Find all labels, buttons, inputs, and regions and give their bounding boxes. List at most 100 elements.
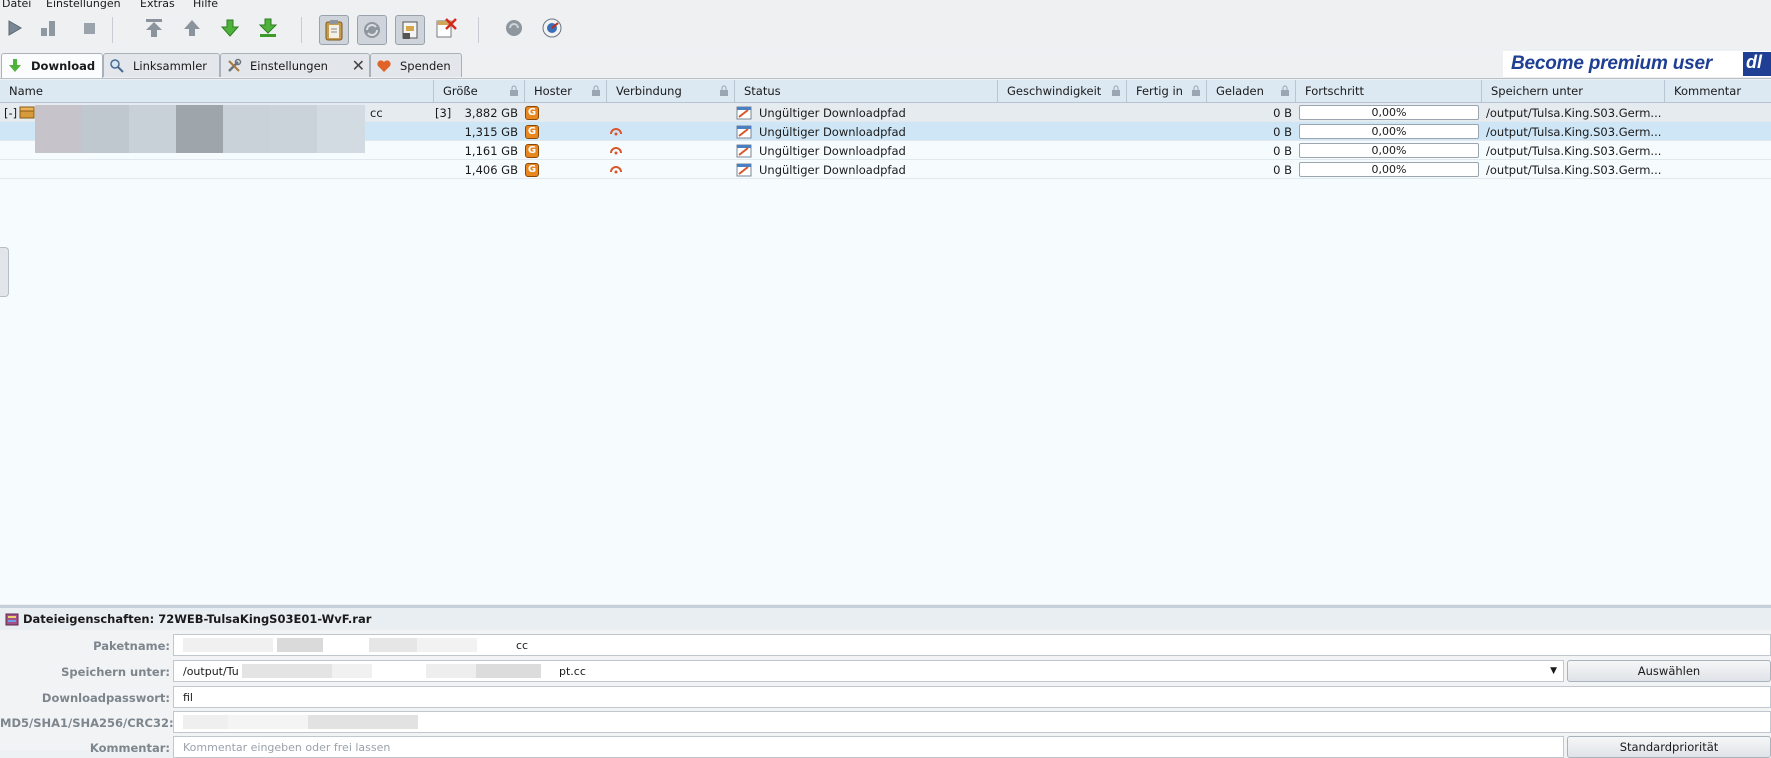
tab-settings[interactable]: Einstellungen ✕ xyxy=(220,53,370,77)
file-loaded: 0 B xyxy=(1273,143,1292,158)
status-icon xyxy=(736,141,752,160)
lock-icon xyxy=(592,85,600,96)
file-size: 1,161 GB xyxy=(464,143,518,158)
column-connection[interactable]: Verbindung xyxy=(607,80,735,102)
save-to-field[interactable]: /output/Tu pt.cc ▼ xyxy=(173,660,1564,682)
dropdown-arrow-icon[interactable]: ▼ xyxy=(1550,666,1557,676)
column-label: Geladen xyxy=(1216,84,1264,98)
menu-settings[interactable]: Einstellungen xyxy=(46,0,121,10)
tab-label: Spenden xyxy=(400,58,451,73)
update-icon[interactable] xyxy=(503,17,525,39)
save-to-value-end: pt.cc xyxy=(559,664,586,678)
column-name[interactable]: Name xyxy=(0,80,434,102)
file-loaded: 0 B xyxy=(1273,124,1292,139)
comment-label: Kommentar: xyxy=(89,741,170,755)
save-to-value-start: /output/Tu xyxy=(183,664,239,678)
package-icon xyxy=(19,103,35,122)
clear-list-icon[interactable] xyxy=(435,17,457,39)
column-eta[interactable]: Fertig in xyxy=(1127,80,1207,102)
move-top-icon[interactable] xyxy=(143,17,165,39)
move-bottom-icon[interactable] xyxy=(257,17,279,39)
speed-meter-icon[interactable] xyxy=(541,17,563,39)
hoster-icon: G xyxy=(525,122,539,141)
stop-icon[interactable] xyxy=(78,17,100,39)
package-save-to: /output/Tulsa.King.S03.Germ... xyxy=(1486,105,1662,120)
toolbar xyxy=(0,11,1771,49)
column-comment[interactable]: Kommentar xyxy=(1665,80,1771,102)
column-status[interactable]: Status xyxy=(735,80,998,102)
file-status: Ungültiger Downloadpfad xyxy=(759,143,906,158)
column-speed[interactable]: Geschwindigkeit xyxy=(998,80,1127,102)
package-name-label: Paketname: xyxy=(93,639,170,653)
table-row[interactable]: 1,406 GB G Ungültiger Downloadpfad 0 B 0… xyxy=(0,160,1771,179)
column-loaded[interactable]: Geladen xyxy=(1207,80,1296,102)
column-label: Verbindung xyxy=(616,84,682,98)
priority-button[interactable]: Standardpriorität xyxy=(1567,736,1771,758)
lock-icon xyxy=(1112,85,1120,96)
package-name-field[interactable]: cc xyxy=(173,634,1771,656)
file-progress-bar: 0,00% xyxy=(1299,143,1479,158)
table-header: Name Größe Hoster Verbindung Status Gesc… xyxy=(0,80,1771,103)
connection-icon xyxy=(609,141,623,160)
column-progress[interactable]: Fortschritt xyxy=(1296,80,1482,102)
tab-label: Download xyxy=(31,59,96,73)
tab-linkgrabber[interactable]: Linksammler xyxy=(103,53,220,77)
password-label: Downloadpasswort: xyxy=(41,691,170,705)
column-label: Größe xyxy=(443,84,478,98)
save-to-label: Speichern unter: xyxy=(61,665,170,679)
package-progress-bar: 0,00% xyxy=(1299,105,1479,120)
column-size[interactable]: Größe xyxy=(434,80,525,102)
package-count: [3] xyxy=(435,105,452,120)
comment-field[interactable]: Kommentar eingeben oder frei lassen xyxy=(173,736,1564,758)
package-status: Ungültiger Downloadpfad xyxy=(759,105,906,120)
package-name-suffix: cc xyxy=(370,105,383,120)
tab-donate[interactable]: Spenden xyxy=(370,53,462,77)
menu-help[interactable]: Hilfe xyxy=(193,0,218,10)
package-loaded: 0 B xyxy=(1273,105,1292,120)
lock-icon xyxy=(1192,85,1200,96)
properties-panel: Paketname: cc Speichern unter: /output/T… xyxy=(0,630,1771,758)
tab-download[interactable]: Download xyxy=(1,53,103,78)
hoster-icon: G xyxy=(525,103,539,122)
column-label: Hoster xyxy=(534,84,572,98)
clipboard-observer-icon[interactable] xyxy=(319,15,349,45)
file-size: 1,315 GB xyxy=(464,124,518,139)
properties-header: Dateieigenschaften: 72WEB-TulsaKingS03E0… xyxy=(0,608,1771,630)
status-icon xyxy=(736,122,752,141)
move-down-icon[interactable] xyxy=(219,17,241,39)
hash-label: MD5/SHA1/SHA256/CRC32: xyxy=(0,716,174,730)
play-icon[interactable] xyxy=(3,17,25,39)
hoster-icon: G xyxy=(525,141,539,160)
redacted-file-names xyxy=(35,105,365,153)
connection-icon xyxy=(609,122,623,141)
menu-extras[interactable]: Extras xyxy=(140,0,175,10)
password-field[interactable]: fil xyxy=(173,686,1771,708)
heart-icon xyxy=(377,59,391,72)
download-arrow-icon xyxy=(9,59,21,72)
premium-toggle-icon[interactable] xyxy=(395,15,425,45)
tools-icon xyxy=(228,58,242,72)
connection-icon xyxy=(609,160,623,179)
hash-field[interactable] xyxy=(173,711,1771,733)
file-progress-bar: 0,00% xyxy=(1299,124,1479,139)
expand-toggle[interactable]: [-] xyxy=(4,103,17,122)
move-up-icon[interactable] xyxy=(181,17,203,39)
menu-file[interactable]: Datei xyxy=(2,0,31,10)
reconnect-icon[interactable] xyxy=(357,15,387,45)
hoster-icon: G xyxy=(525,160,539,179)
magnifier-icon xyxy=(110,58,124,73)
menu-bar: Datei Einstellungen Extras Hilfe xyxy=(0,0,1771,11)
column-hoster[interactable]: Hoster xyxy=(525,80,607,102)
file-save-to: /output/Tulsa.King.S03.Germ... xyxy=(1486,143,1662,158)
sidebar-handle[interactable] xyxy=(0,247,9,297)
choose-folder-button[interactable]: Auswählen xyxy=(1567,660,1771,682)
premium-banner[interactable]: Become premium user dl xyxy=(1503,51,1771,77)
close-icon[interactable]: ✕ xyxy=(352,56,365,75)
file-loaded: 0 B xyxy=(1273,162,1292,177)
column-save-to[interactable]: Speichern unter xyxy=(1482,80,1665,102)
properties-title: Dateieigenschaften: 72WEB-TulsaKingS03E0… xyxy=(23,612,372,626)
file-save-to: /output/Tulsa.King.S03.Germ... xyxy=(1486,162,1662,177)
status-icon xyxy=(736,103,752,122)
status-icon xyxy=(736,160,752,179)
pause-icon[interactable] xyxy=(37,17,59,39)
